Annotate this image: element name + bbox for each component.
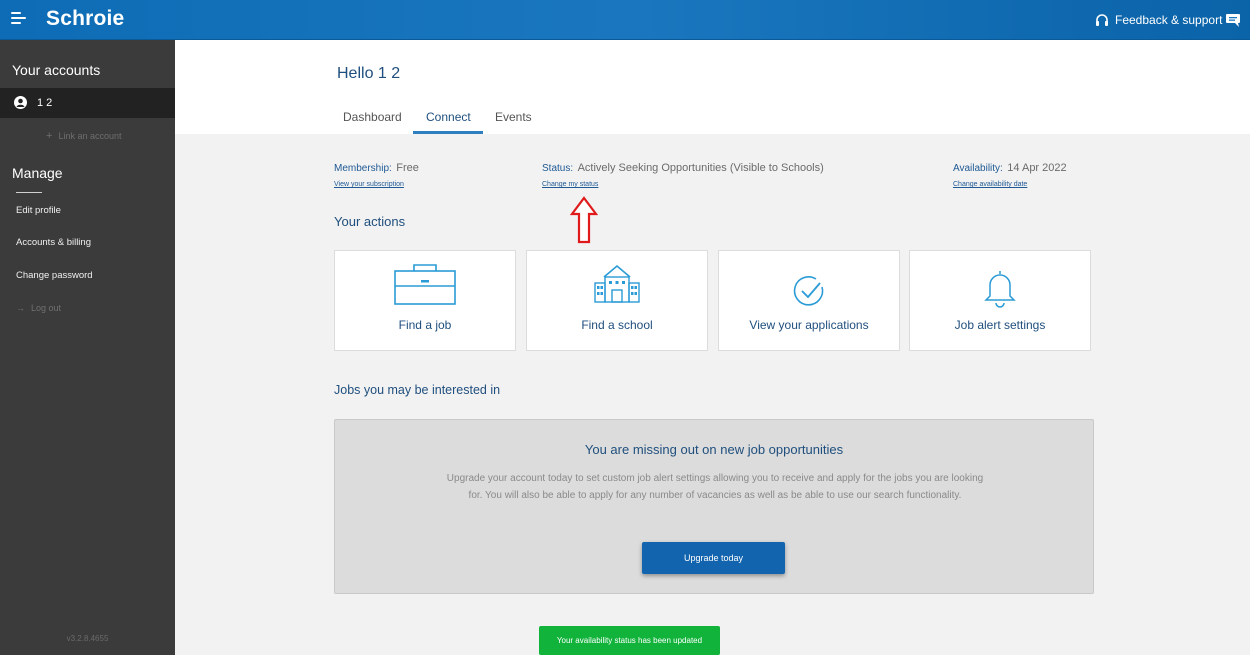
chat-icon[interactable] bbox=[1226, 14, 1240, 27]
membership-value: Free bbox=[396, 162, 419, 174]
tab-connect[interactable]: Connect bbox=[426, 110, 471, 124]
find-school-label: Find a school bbox=[581, 318, 653, 332]
briefcase-icon bbox=[394, 264, 456, 305]
status-row: Status: Actively Seeking Opportunities (… bbox=[542, 158, 824, 176]
logout-button[interactable]: → Log out bbox=[16, 303, 61, 313]
membership-row: Membership: Free bbox=[334, 158, 419, 176]
main-content: Membership: Free View your subscription … bbox=[175, 134, 1250, 655]
view-applications-label: View your applications bbox=[749, 318, 869, 332]
bell-icon bbox=[984, 271, 1016, 308]
main-header: Hello 1 2 Dashboard Connect Events bbox=[175, 40, 1250, 134]
your-accounts-heading: Your accounts bbox=[12, 62, 101, 78]
jobs-heading: Jobs you may be interested in bbox=[334, 383, 501, 397]
change-availability-link[interactable]: Change availability date bbox=[953, 181, 1027, 188]
sidebar-account-item[interactable]: 1 2 bbox=[0, 88, 175, 118]
availability-row: Availability: 14 Apr 2022 bbox=[953, 158, 1067, 176]
page-title: Hello 1 2 bbox=[337, 65, 401, 82]
hamburger-menu-icon[interactable] bbox=[11, 12, 27, 26]
version-label: v3.2.8.4655 bbox=[66, 634, 109, 643]
feedback-label: Feedback & support bbox=[1115, 13, 1223, 27]
promo-title: You are missing out on new job opportuni… bbox=[584, 442, 844, 457]
change-status-link[interactable]: Change my status bbox=[542, 181, 598, 188]
account-name: 1 2 bbox=[37, 97, 53, 109]
upgrade-today-button[interactable]: Upgrade today bbox=[642, 542, 785, 574]
availability-label: Availability: bbox=[953, 163, 1003, 174]
arrow-up-icon bbox=[569, 196, 599, 244]
find-job-label: Find a job bbox=[398, 318, 452, 332]
top-bar: Schroie Feedback & support bbox=[0, 0, 1250, 40]
sidebar-item-change-password[interactable]: Change password bbox=[16, 270, 93, 281]
upgrade-promo-panel: You are missing out on new job opportuni… bbox=[334, 419, 1094, 594]
tab-events[interactable]: Events bbox=[495, 110, 532, 124]
plus-icon: + bbox=[46, 130, 53, 142]
link-account-label: Link an account bbox=[58, 131, 122, 141]
status-label: Status: bbox=[542, 163, 574, 174]
promo-text: Upgrade your account today to set custom… bbox=[446, 473, 984, 501]
success-toast: Your availability status has been update… bbox=[539, 626, 720, 655]
tab-dashboard[interactable]: Dashboard bbox=[343, 110, 402, 124]
logout-icon: → bbox=[16, 303, 25, 313]
find-school-card[interactable]: Find a school bbox=[526, 250, 708, 351]
sidebar-item-accounts-billing[interactable]: Accounts & billing bbox=[16, 237, 91, 248]
school-icon bbox=[594, 264, 640, 303]
find-job-card[interactable]: Find a job bbox=[334, 250, 516, 351]
job-alert-settings-label: Job alert settings bbox=[954, 318, 1046, 332]
app-logo[interactable]: Schroie bbox=[46, 7, 124, 31]
feedback-support-link[interactable]: Feedback & support bbox=[1095, 13, 1222, 27]
view-subscription-link[interactable]: View your subscription bbox=[334, 181, 404, 188]
link-account-button[interactable]: + Link an account bbox=[46, 130, 121, 142]
membership-label: Membership: bbox=[334, 163, 392, 174]
checkmark-circle-icon bbox=[793, 276, 824, 306]
view-applications-card[interactable]: View your applications bbox=[718, 250, 900, 351]
manage-heading: Manage bbox=[12, 165, 63, 181]
logout-label: Log out bbox=[31, 303, 62, 313]
availability-value: 14 Apr 2022 bbox=[1007, 162, 1067, 174]
headset-icon bbox=[1096, 13, 1108, 26]
job-alert-settings-card[interactable]: Job alert settings bbox=[909, 250, 1091, 351]
user-circle-icon bbox=[14, 96, 27, 109]
sidebar-item-edit-profile[interactable]: Edit profile bbox=[16, 205, 61, 216]
sidebar: Your accounts 1 2 + Link an account Manag… bbox=[0, 40, 175, 655]
sidebar-divider bbox=[16, 192, 42, 193]
status-value: Actively Seeking Opportunities (Visible … bbox=[577, 162, 824, 174]
your-actions-heading: Your actions bbox=[334, 214, 406, 229]
